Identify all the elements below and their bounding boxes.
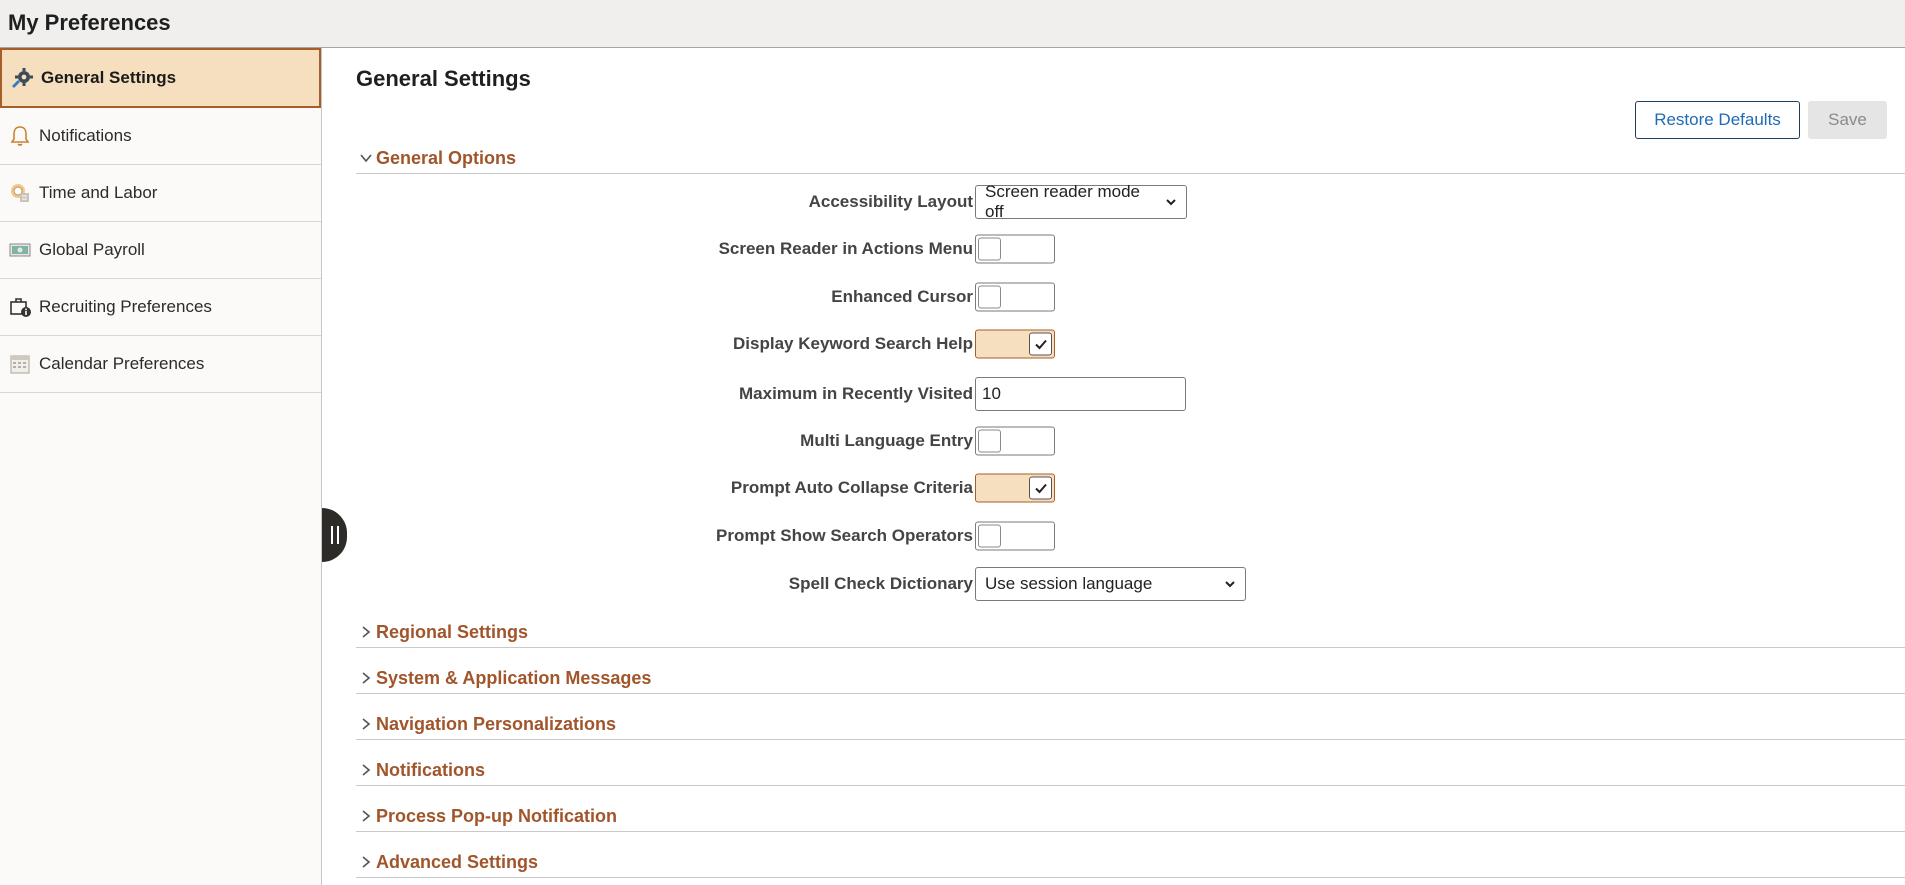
spell-check-dictionary-row: Spell Check Dictionary Use session langu… (356, 566, 1905, 602)
prompt-auto-collapse-row: Prompt Auto Collapse Criteria (356, 470, 1905, 506)
section-label: System & Application Messages (376, 668, 652, 688)
sidebar-item-time-and-labor[interactable]: Time and Labor (0, 165, 321, 222)
multi-language-entry-toggle[interactable] (975, 426, 1055, 456)
restore-defaults-button[interactable]: Restore Defaults (1635, 101, 1800, 139)
accessibility-layout-label: Accessibility Layout (808, 192, 973, 211)
accessibility-layout-row: Accessibility Layout Screen reader mode … (356, 182, 1905, 221)
page-title: General Settings (356, 66, 531, 91)
prompt-show-search-operators-row: Prompt Show Search Operators (356, 518, 1905, 554)
toggle-knob (978, 524, 1001, 548)
sidebar-item-recruiting-preferences[interactable]: Recruiting Preferences (0, 279, 321, 336)
briefcase-info-icon (8, 295, 32, 319)
checkmark-icon (1034, 483, 1047, 493)
bell-icon (8, 124, 32, 148)
checkmark-icon (1034, 339, 1047, 349)
sidebar-collapse-handle[interactable] (322, 508, 347, 562)
prompt-show-search-operators-label: Prompt Show Search Operators (716, 526, 973, 545)
display-keyword-search-help-row: Display Keyword Search Help (356, 326, 1905, 362)
max-recently-visited-row: Maximum in Recently Visited 10 (356, 376, 1905, 412)
display-keyword-search-help-toggle[interactable] (975, 329, 1055, 359)
section-advanced-settings[interactable]: Advanced Settings (356, 850, 1905, 878)
chevron-right-icon (359, 671, 373, 685)
section-navigation-personalizations[interactable]: Navigation Personalizations (356, 712, 1905, 740)
sidebar-item-label: Notifications (39, 126, 132, 145)
chevron-right-icon (359, 855, 373, 869)
calendar-icon (8, 352, 32, 376)
sidebar-item-general-settings[interactable]: General Settings (0, 48, 321, 108)
payroll-icon (8, 238, 32, 262)
spell-check-dictionary-label: Spell Check Dictionary (788, 574, 973, 593)
chevron-down-icon (359, 151, 373, 165)
chevron-down-icon (1224, 578, 1236, 590)
sidebar-item-global-payroll[interactable]: Global Payroll (0, 222, 321, 279)
drag-handle-icon (330, 526, 339, 544)
section-label: Notifications (376, 760, 486, 780)
app-title: My Preferences (8, 10, 171, 35)
section-label: Regional Settings (376, 622, 529, 642)
max-recently-visited-label: Maximum in Recently Visited (739, 384, 973, 403)
sidebar-item-label: General Settings (41, 68, 177, 87)
settings-gears-icon (10, 66, 34, 90)
screen-reader-actions-menu-label: Screen Reader in Actions Menu (718, 239, 973, 258)
screen-reader-actions-menu-toggle[interactable] (975, 234, 1055, 264)
toggle-knob (978, 429, 1001, 453)
chevron-right-icon (359, 763, 373, 777)
chevron-right-icon (359, 809, 373, 823)
toggle-knob (1029, 332, 1052, 356)
enhanced-cursor-row: Enhanced Cursor (356, 279, 1905, 315)
chevron-down-icon (1165, 196, 1177, 208)
sidebar-item-label: Global Payroll (39, 240, 145, 259)
sidebar: General Settings Notifications Time and … (0, 48, 322, 885)
sidebar-item-label: Time and Labor (39, 183, 158, 202)
sidebar-item-label: Calendar Preferences (39, 354, 205, 373)
chevron-right-icon (359, 717, 373, 731)
section-label: General Options (376, 148, 517, 168)
section-label: Navigation Personalizations (376, 714, 617, 734)
section-system-application-messages[interactable]: System & Application Messages (356, 666, 1905, 694)
select-value: Screen reader mode off (985, 182, 1140, 221)
display-keyword-search-help-label: Display Keyword Search Help (733, 334, 973, 353)
main-content: General Settings Restore Defaults Save G… (356, 48, 1905, 885)
chevron-right-icon (359, 625, 373, 639)
section-regional-settings[interactable]: Regional Settings (356, 620, 1905, 648)
spell-check-dictionary-select[interactable]: Use session language (975, 567, 1246, 601)
enhanced-cursor-label: Enhanced Cursor (831, 287, 973, 306)
page-header: My Preferences (0, 0, 1905, 48)
save-button[interactable]: Save (1808, 101, 1887, 139)
section-label: Advanced Settings (376, 852, 539, 872)
accessibility-layout-select[interactable]: Screen reader mode off (975, 182, 1187, 221)
multi-language-entry-row: Multi Language Entry (356, 423, 1905, 459)
prompt-show-search-operators-toggle[interactable] (975, 521, 1055, 551)
multi-language-entry-label: Multi Language Entry (800, 431, 973, 450)
sidebar-item-calendar-preferences[interactable]: Calendar Preferences (0, 336, 321, 393)
select-value: Use session language (985, 574, 1153, 593)
sidebar-item-notifications[interactable]: Notifications (0, 108, 321, 165)
enhanced-cursor-toggle[interactable] (975, 282, 1055, 312)
section-label: Process Pop-up Notification (376, 806, 618, 826)
time-labor-icon (8, 181, 32, 205)
toggle-knob (1029, 476, 1052, 500)
toggle-knob (978, 285, 1001, 309)
section-process-popup-notification[interactable]: Process Pop-up Notification (356, 804, 1905, 832)
section-general-options[interactable]: General Options (356, 146, 1905, 174)
max-recently-visited-input[interactable]: 10 (975, 377, 1186, 411)
toggle-knob (978, 237, 1001, 261)
prompt-auto-collapse-toggle[interactable] (975, 473, 1055, 503)
prompt-auto-collapse-label: Prompt Auto Collapse Criteria (730, 478, 973, 497)
sidebar-item-label: Recruiting Preferences (39, 297, 212, 316)
screen-reader-actions-menu-row: Screen Reader in Actions Menu (356, 231, 1905, 267)
section-notifications[interactable]: Notifications (356, 758, 1905, 786)
